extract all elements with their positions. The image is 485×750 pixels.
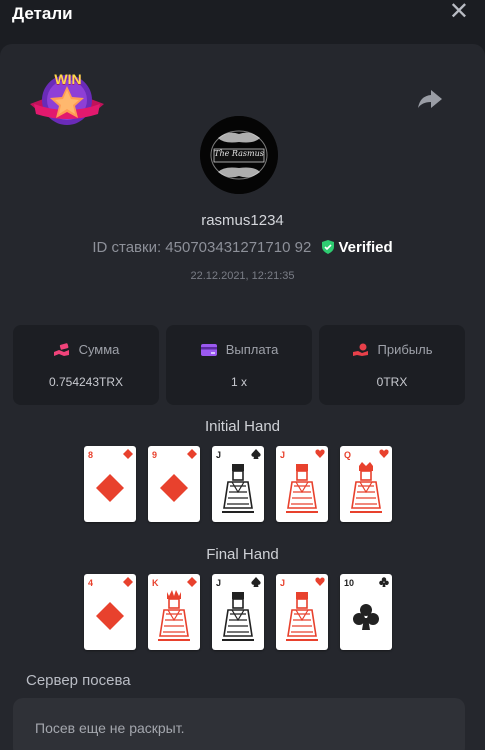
server-seed-label: Сервер посева bbox=[26, 672, 131, 689]
initial-hand-card-3: J bbox=[212, 446, 264, 522]
card-face-art bbox=[218, 588, 258, 644]
final-hand-card-4: J bbox=[276, 574, 328, 650]
card-rank: J bbox=[216, 450, 221, 460]
shield-check-icon bbox=[321, 240, 335, 254]
server-seed-value: Посев еще не раскрыт. bbox=[35, 720, 185, 736]
card-face-art bbox=[154, 588, 194, 644]
diamond-icon bbox=[123, 577, 133, 587]
hand-coins-icon bbox=[352, 343, 370, 357]
stat-payout-value: 1 x bbox=[166, 375, 312, 389]
card-rank: 4 bbox=[88, 578, 93, 588]
club-icon bbox=[379, 577, 389, 587]
header: Детали ✕ bbox=[0, 0, 485, 44]
card-face-art bbox=[90, 460, 130, 516]
final-hand-label: Final Hand bbox=[0, 546, 485, 563]
card-rank: J bbox=[216, 578, 221, 588]
final-hand-card-1: 4 bbox=[84, 574, 136, 650]
diamond-icon bbox=[187, 449, 197, 459]
card-face-art bbox=[282, 588, 322, 644]
bet-id: 450703431271710 92 bbox=[165, 239, 311, 256]
initial-hand-card-1: 8 bbox=[84, 446, 136, 522]
final-hand-card-3: J bbox=[212, 574, 264, 650]
heart-icon bbox=[379, 449, 389, 459]
card-rank: J bbox=[280, 450, 285, 460]
server-seed-field: Посев еще не раскрыт. bbox=[13, 698, 465, 750]
card-face-art bbox=[346, 460, 386, 516]
diamond-icon bbox=[123, 449, 133, 459]
card-icon bbox=[200, 343, 218, 357]
card-face-art bbox=[218, 460, 258, 516]
final-hand-card-5: 10 bbox=[340, 574, 392, 650]
verified-badge: Verified bbox=[338, 239, 392, 256]
card-rank: 10 bbox=[344, 578, 354, 588]
card-face-art bbox=[346, 588, 386, 644]
stat-amount: Сумма 0.754243TRX bbox=[13, 325, 159, 405]
card-rank: J bbox=[280, 578, 285, 588]
stat-amount-label: Сумма bbox=[79, 342, 120, 357]
spade-icon bbox=[251, 449, 261, 459]
initial-hand-card-2: 9 bbox=[148, 446, 200, 522]
username: rasmus1234 bbox=[0, 212, 485, 229]
money-hand-icon bbox=[53, 343, 71, 357]
bet-id-label: ID ставки: bbox=[92, 239, 161, 256]
stat-payout: Выплата 1 x bbox=[166, 325, 312, 405]
stat-profit: Прибыль 0TRX bbox=[319, 325, 465, 405]
stat-profit-value: 0TRX bbox=[319, 375, 465, 389]
stat-profit-label: Прибыль bbox=[378, 342, 433, 357]
win-badge-text: WIN bbox=[50, 71, 86, 87]
bet-id-line: ID ставки: 450703431271710 92 Verified bbox=[0, 239, 485, 256]
card-face-art bbox=[154, 460, 194, 516]
page-title: Детали bbox=[12, 4, 73, 24]
initial-hand-card-5: Q bbox=[340, 446, 392, 522]
share-icon[interactable] bbox=[417, 88, 443, 110]
card-rank: Q bbox=[344, 450, 351, 460]
card-rank: 9 bbox=[152, 450, 157, 460]
initial-hand-label: Initial Hand bbox=[0, 418, 485, 435]
card-rank: 8 bbox=[88, 450, 93, 460]
heart-icon bbox=[315, 577, 325, 587]
bet-timestamp: 22.12.2021, 12:21:35 bbox=[0, 270, 485, 282]
heart-icon bbox=[315, 449, 325, 459]
close-icon[interactable]: ✕ bbox=[449, 1, 469, 23]
stat-payout-label: Выплата bbox=[226, 342, 279, 357]
diamond-icon bbox=[187, 577, 197, 587]
initial-hand-card-4: J bbox=[276, 446, 328, 522]
avatar: The Rasmus bbox=[200, 116, 278, 194]
final-hand-card-2: K bbox=[148, 574, 200, 650]
stat-amount-value: 0.754243TRX bbox=[13, 375, 159, 389]
card-face-art bbox=[282, 460, 322, 516]
card-face-art bbox=[90, 588, 130, 644]
spade-icon bbox=[251, 577, 261, 587]
card-rank: K bbox=[152, 578, 159, 588]
avatar-text: The Rasmus bbox=[200, 149, 278, 158]
